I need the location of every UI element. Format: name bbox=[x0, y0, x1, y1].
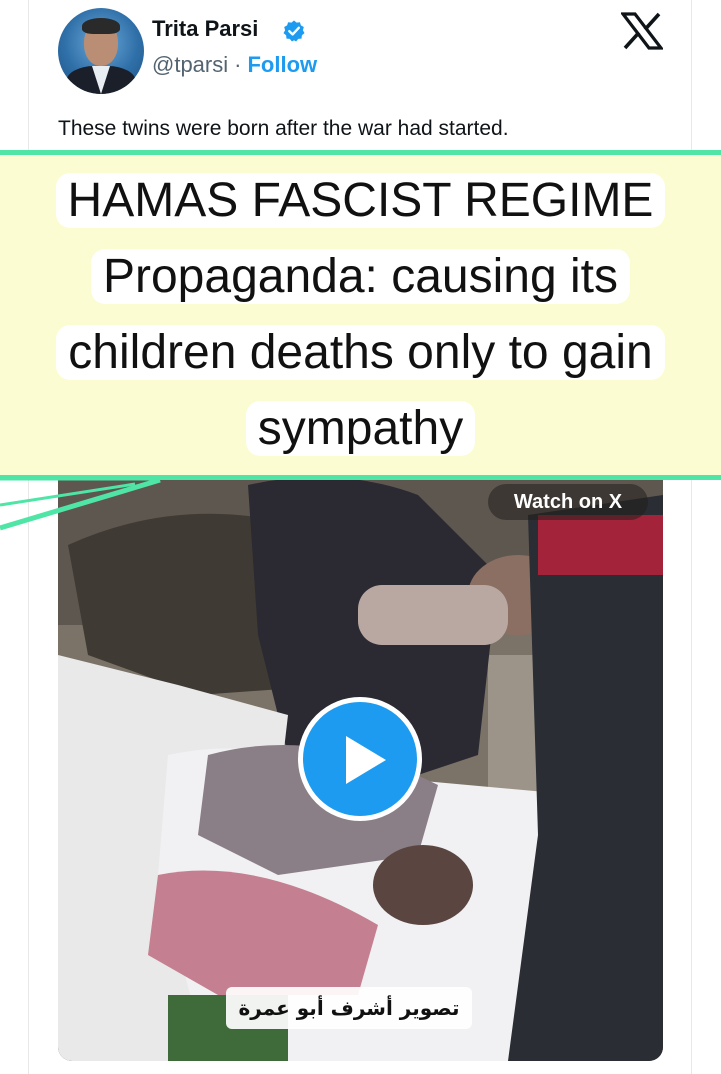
watch-on-x-button[interactable]: Watch on X bbox=[488, 484, 648, 520]
play-button[interactable] bbox=[298, 697, 422, 821]
overlay-banner: HAMAS FASCIST REGIME Propaganda: causing… bbox=[0, 150, 721, 480]
play-icon bbox=[346, 736, 386, 784]
banner-line-3: children deaths only to gain bbox=[0, 325, 721, 380]
video-caption: تصوير أشرف أبو عمرة bbox=[226, 987, 472, 1029]
verified-badge-icon bbox=[283, 20, 305, 42]
separator: · bbox=[234, 52, 242, 77]
handle-row: @tparsi · Follow bbox=[152, 52, 317, 78]
banner-line-4: sympathy bbox=[0, 401, 721, 456]
banner-line-1: HAMAS FASCIST REGIME bbox=[0, 173, 721, 228]
tweet-embed-screenshot: Trita Parsi @tparsi · Follow These twins w… bbox=[0, 0, 721, 1074]
author-handle[interactable]: @tparsi bbox=[152, 52, 228, 77]
avatar[interactable] bbox=[58, 8, 144, 94]
banner-line-2: Propaganda: causing its bbox=[0, 249, 721, 304]
follow-button[interactable]: Follow bbox=[247, 52, 317, 77]
x-logo-icon[interactable] bbox=[621, 12, 663, 50]
author-name[interactable]: Trita Parsi bbox=[152, 16, 258, 42]
tweet-text: These twins were born after the war had … bbox=[58, 117, 509, 140]
